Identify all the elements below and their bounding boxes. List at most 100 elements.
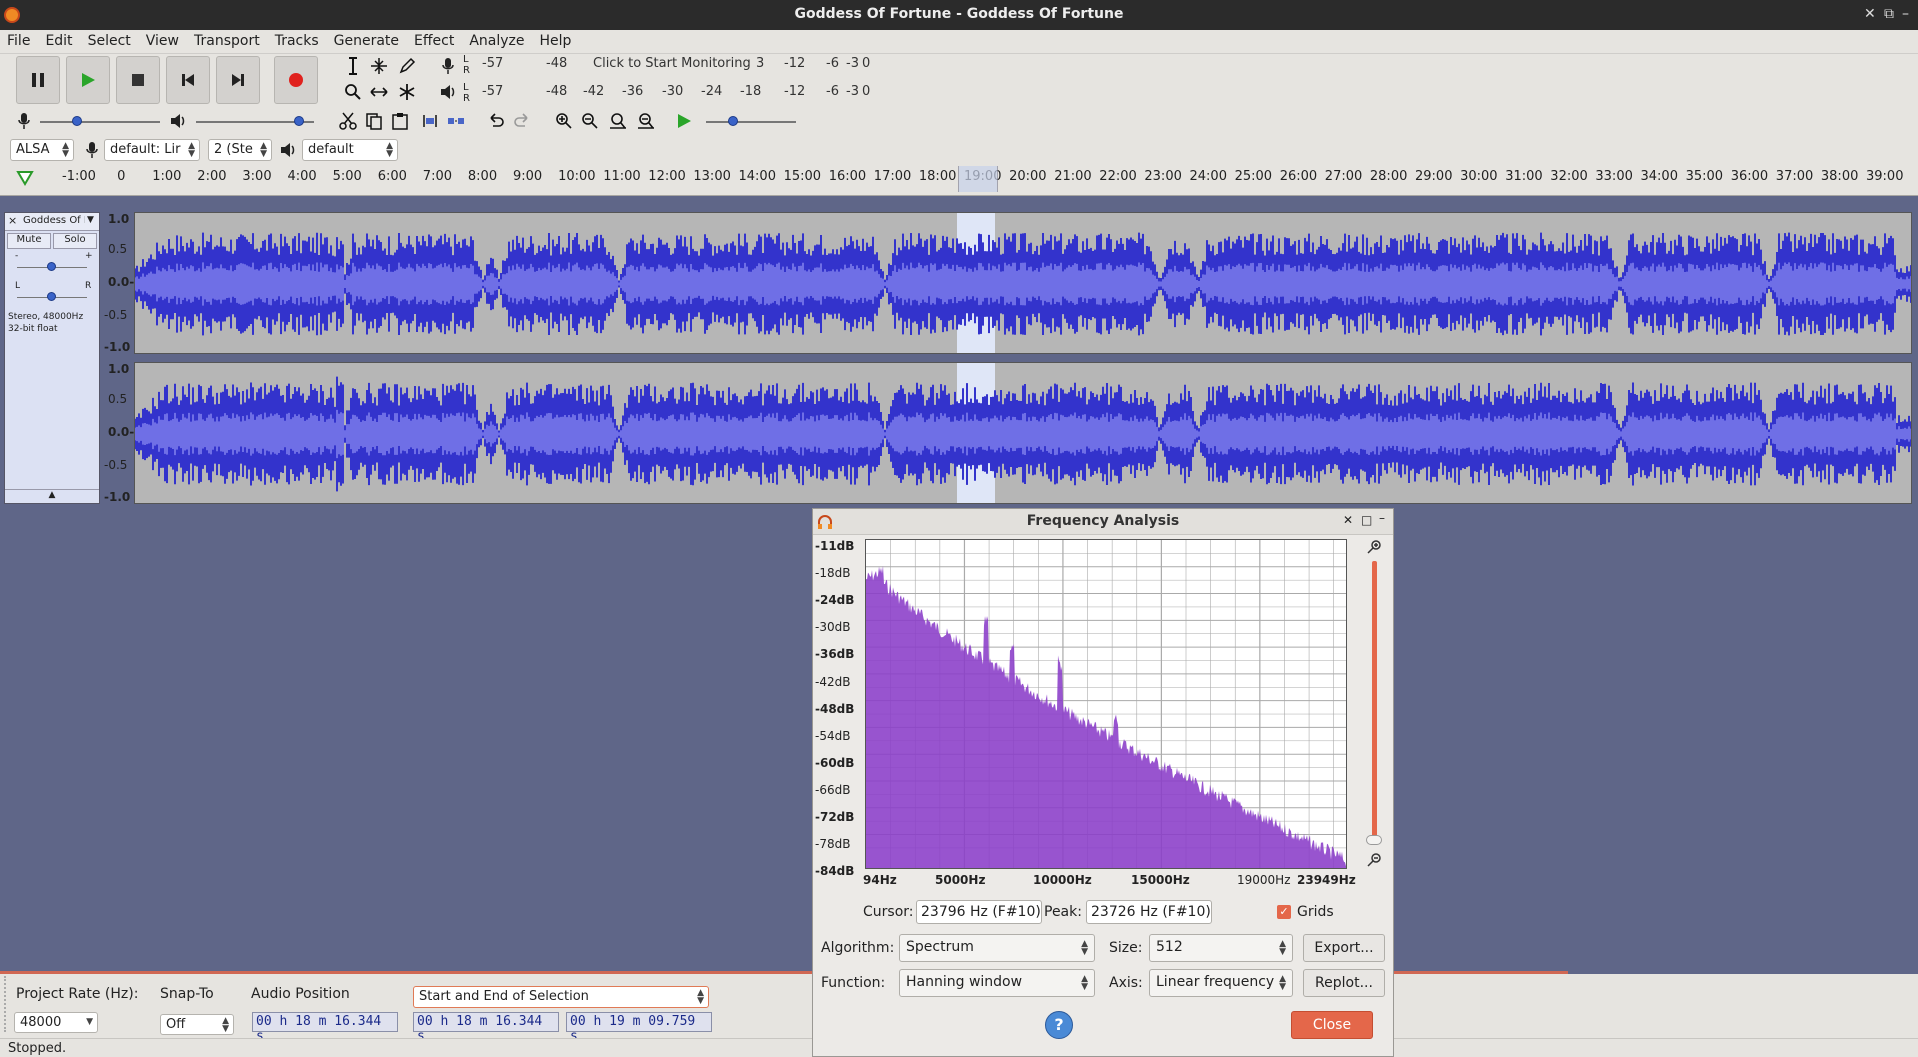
menu-file[interactable]: File	[0, 30, 38, 49]
mute-button[interactable]: Mute	[7, 233, 51, 249]
track-name-bar[interactable]: × Goddess Of F ▼	[5, 213, 99, 231]
track-menu-icon[interactable]: ▼	[87, 215, 94, 225]
cut-button[interactable]	[336, 109, 360, 133]
draw-tool-button[interactable]	[395, 54, 419, 78]
menu-effect[interactable]: Effect	[407, 30, 462, 49]
playback-volume-knob[interactable]	[294, 116, 304, 126]
start-monitoring-label[interactable]: Click to Start Monitoring	[593, 56, 751, 71]
zoom-slider-track[interactable]	[1372, 561, 1377, 843]
selection-tool-button[interactable]	[341, 54, 365, 78]
time-shift-tool-button[interactable]	[367, 80, 391, 104]
dialog-title-bar[interactable]: Frequency Analysis ✕ □ –	[813, 509, 1393, 535]
recording-device-select[interactable]: default: Lir ▲ ▼	[104, 139, 200, 161]
menu-select[interactable]: Select	[81, 30, 139, 49]
zoom-in-button[interactable]	[552, 109, 576, 133]
help-button[interactable]: ?	[1045, 1011, 1073, 1039]
skip-end-button[interactable]	[216, 56, 260, 104]
vertical-scale-right[interactable]: 1.0 0.5 0.0- -0.5 -1.0	[102, 362, 134, 504]
menu-transport[interactable]: Transport	[187, 30, 268, 49]
track-name[interactable]: Goddess Of F	[23, 215, 85, 226]
record-volume-knob[interactable]	[72, 116, 82, 126]
menu-tracks[interactable]: Tracks	[268, 30, 327, 49]
ruler-tick: 30:00	[1460, 169, 1498, 184]
menu-generate[interactable]: Generate	[327, 30, 407, 49]
project-rate-label: Project Rate (Hz):	[16, 986, 139, 1002]
dialog-close-icon[interactable]: ✕	[1343, 513, 1353, 527]
selection-end-field[interactable]: 00 h 19 m 09.759 s	[566, 1012, 712, 1044]
grids-checkbox[interactable]: ✓	[1277, 905, 1291, 919]
copy-button[interactable]	[362, 109, 386, 133]
record-meter[interactable]: -57 -48 Click to Start Monitoring 3 -12 …	[476, 54, 876, 76]
peak-readout[interactable]: 23726 Hz (F#10) = -8	[1086, 900, 1212, 924]
menu-analyze[interactable]: Analyze	[462, 30, 532, 49]
vertical-scale-left[interactable]: 1.0 0.5 0.0- -0.5 -1.0	[102, 212, 134, 354]
collapse-track-icon[interactable]: ▲	[5, 489, 99, 503]
audio-host-select[interactable]: ALSA ▲ ▼	[10, 139, 74, 161]
zoom-out-icon[interactable]	[1367, 852, 1383, 868]
play-at-speed-button[interactable]	[672, 109, 696, 133]
track-control-panel[interactable]: × Goddess Of F ▼ Mute Solo - + L R Stere…	[4, 212, 100, 504]
timeline-arrow-icon[interactable]	[16, 170, 34, 186]
algorithm-select[interactable]: Spectrum ▲ ▼	[899, 934, 1095, 962]
playback-device-select[interactable]: default ▲ ▼	[302, 139, 398, 161]
pause-button[interactable]	[16, 56, 60, 104]
record-button[interactable]	[274, 56, 318, 104]
zoom-in-icon[interactable]	[1367, 539, 1383, 555]
zoom-slider-handle[interactable]	[1366, 835, 1382, 845]
snap-to-label: Snap-To	[160, 986, 214, 1002]
spectrum-plot[interactable]	[865, 539, 1347, 869]
redo-button[interactable]	[510, 109, 534, 133]
restore-window-icon[interactable]: ⧉	[1884, 6, 1894, 22]
selection-mode-select[interactable]: Start and End of Selection ▲ ▼	[413, 986, 709, 1008]
undo-button[interactable]	[484, 109, 508, 133]
multi-tool-button[interactable]	[395, 80, 419, 104]
frequency-analysis-dialog[interactable]: Frequency Analysis ✕ □ – -11dB -18dB -24dB…	[812, 508, 1394, 1057]
silence-button[interactable]	[444, 109, 468, 133]
replot-button[interactable]: Replot...	[1303, 969, 1385, 997]
dialog-minimize-icon[interactable]: –	[1379, 511, 1385, 525]
function-select[interactable]: Hanning window ▲ ▼	[899, 969, 1095, 997]
play-speed-slider[interactable]	[706, 121, 796, 123]
snap-to-select[interactable]: Off ▲ ▼	[160, 1014, 234, 1035]
waveform-left-channel[interactable]	[134, 212, 1912, 354]
playback-meter-icon[interactable]	[436, 80, 460, 104]
project-rate-select[interactable]: 48000 ▼	[14, 1012, 98, 1033]
paste-button[interactable]	[388, 109, 412, 133]
axis-select[interactable]: Linear frequency ▲ ▼	[1149, 969, 1293, 997]
menu-help[interactable]: Help	[533, 30, 580, 49]
fit-project-button[interactable]	[634, 109, 658, 133]
selection-start-field[interactable]: 00 h 18 m 16.344 s	[413, 1012, 559, 1044]
audio-position-field[interactable]: 00 h 18 m 16.344 s	[252, 1012, 398, 1044]
trim-button[interactable]	[418, 109, 442, 133]
gain-knob[interactable]	[47, 262, 56, 271]
stop-button[interactable]	[116, 56, 160, 104]
zoom-out-button[interactable]	[578, 109, 602, 133]
ruler-selection-marker[interactable]	[958, 166, 998, 192]
skip-start-button[interactable]	[166, 56, 210, 104]
menu-edit[interactable]: Edit	[38, 30, 80, 49]
track-close-icon[interactable]: ×	[8, 214, 17, 227]
envelope-tool-button[interactable]	[367, 54, 391, 78]
ruler-tick: 23:00	[1144, 169, 1182, 184]
zoom-tool-button[interactable]	[341, 80, 365, 104]
pan-knob[interactable]	[47, 292, 56, 301]
play-button[interactable]	[66, 56, 110, 104]
play-speed-knob[interactable]	[728, 116, 738, 126]
record-volume-slider[interactable]	[40, 121, 160, 123]
db-tick-label: -66dB	[815, 782, 851, 797]
playback-meter[interactable]: -57 -48 -42 -36 -30 -24 -18 -12 -6 -3 0	[476, 82, 876, 104]
export-button[interactable]: Export...	[1303, 934, 1385, 962]
solo-button[interactable]: Solo	[53, 233, 97, 249]
close-window-icon[interactable]: ✕	[1864, 6, 1876, 22]
dialog-maximize-icon[interactable]: □	[1361, 513, 1372, 527]
recording-channels-select[interactable]: 2 (Ste ▲ ▼	[208, 139, 272, 161]
waveform-right-channel[interactable]	[134, 362, 1912, 504]
minimize-window-icon[interactable]: –	[1902, 6, 1909, 22]
size-select[interactable]: 512 ▲ ▼	[1149, 934, 1293, 962]
close-button[interactable]: Close	[1291, 1011, 1373, 1039]
cursor-readout[interactable]: 23796 Hz (F#10) = -8	[916, 900, 1042, 924]
fit-selection-button[interactable]	[606, 109, 630, 133]
menu-view[interactable]: View	[139, 30, 187, 49]
timeline-ruler[interactable]: -1:00 0 1:00 2:00 3:00 4:00 5:00 6:00 7:00 8:00 9:…	[0, 166, 1918, 196]
record-meter-icon[interactable]	[436, 54, 460, 78]
